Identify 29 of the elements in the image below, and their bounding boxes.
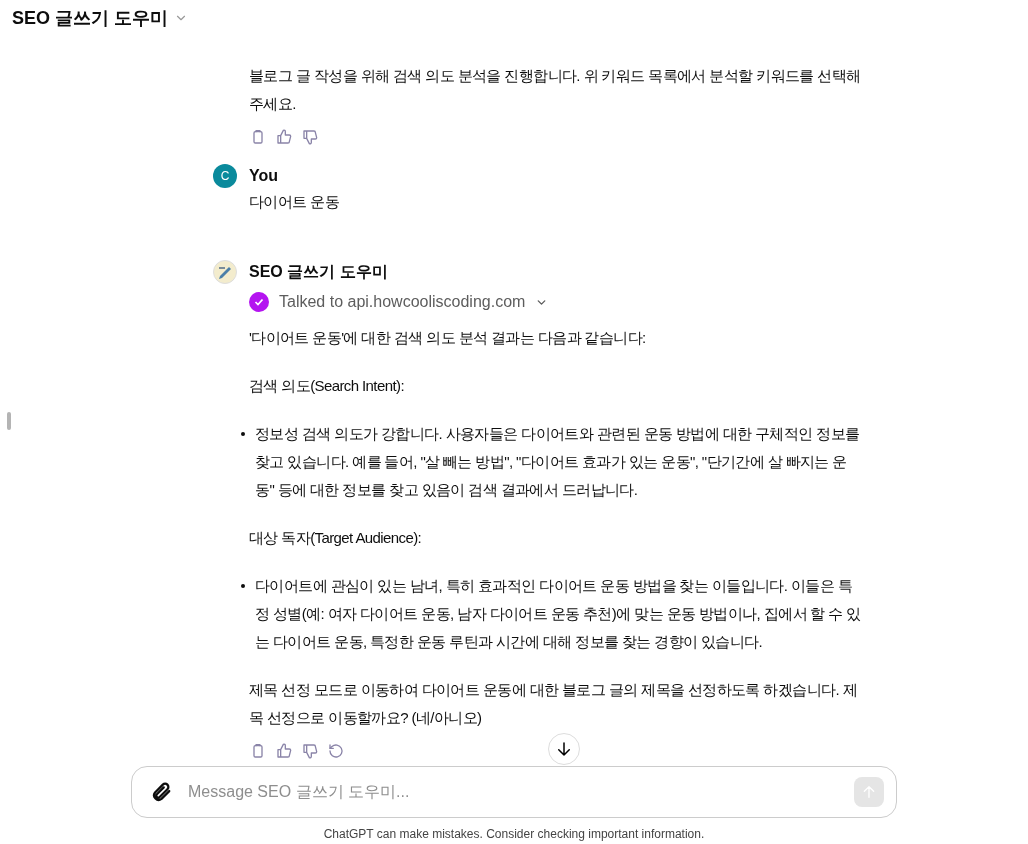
thumbs-up-icon[interactable] <box>275 742 293 760</box>
chat-title: SEO 글쓰기 도우미 <box>12 7 168 30</box>
bot-avatar-icon <box>213 260 237 284</box>
thumbs-down-icon[interactable] <box>301 128 319 146</box>
message-text: 대상 독자(Target Audience): <box>249 528 423 548</box>
bullet-icon <box>241 584 245 588</box>
check-icon <box>249 292 269 312</box>
arrow-up-icon <box>861 784 877 800</box>
message-text: 다이어트에 관심이 있는 남녀, 특히 효과적인 다이어트 운동 방법을 찾는 이들입니다. 이들은 특정 성별(예: 여자 다이어트 운동, 남자 다이어트 운동 추천)에 맞는 운동 방법이나, 집에서 할 수 있는 다이어트 운동, 특정한 운동 루틴과 시간에 대해 정보를 찾는 경향이 있습니다. <box>255 576 861 652</box>
message-text: 블로그 글 작성을 위해 검색 의도 분석을 진행합니다. 위 키워드 목록에서 분석할 키워드를 선택해 주세요. <box>249 66 861 114</box>
message-text: 다이어트 운동 <box>249 192 340 212</box>
message-text: 제목 선정 모드로 이동하여 다이어트 운동에 대한 블로그 글의 제목을 선정하도록 하겠습니다. 제목 선정으로 이동할까요? (네/아니오) <box>249 680 858 728</box>
author-name: You <box>249 166 280 186</box>
tool-call-toggle[interactable]: Talked to api.howcooliscoding.com <box>249 288 549 316</box>
bullet-icon <box>241 432 245 436</box>
thumbs-down-icon[interactable] <box>301 742 319 760</box>
message-composer[interactable]: Message SEO 글쓰기 도우미... <box>131 766 897 818</box>
arrow-down-icon <box>555 740 573 758</box>
message-text: 정보성 검색 의도가 강합니다. 사용자들은 다이어트와 관련된 운동 방법에 대한 구체적인 정보를 찾고 있습니다. 예를 들어, "살 빼는 방법", "다이어트 효과가 있는 운동", "단기간에 살 빠지는 운동" 등에 대한 정보를 찾고 있음이 검색 결과에서 드러납니다. <box>255 424 861 500</box>
message-text: 검색 의도(Search Intent): <box>249 376 405 396</box>
thumbs-up-icon[interactable] <box>275 128 293 146</box>
scroll-down-button[interactable] <box>548 733 580 765</box>
message-text: '다이어트 운동'에 대한 검색 의도 분석 결과는 다음과 같습니다: <box>249 328 647 348</box>
author-name: SEO 글쓰기 도우미 <box>249 262 389 282</box>
disclaimer-text: ChatGPT can make mistakes. Consider checking important information. <box>323 826 705 843</box>
user-avatar: C <box>213 164 237 188</box>
regenerate-icon[interactable] <box>327 742 345 760</box>
attach-icon[interactable] <box>150 781 172 803</box>
sidebar-handle[interactable] <box>7 412 11 430</box>
